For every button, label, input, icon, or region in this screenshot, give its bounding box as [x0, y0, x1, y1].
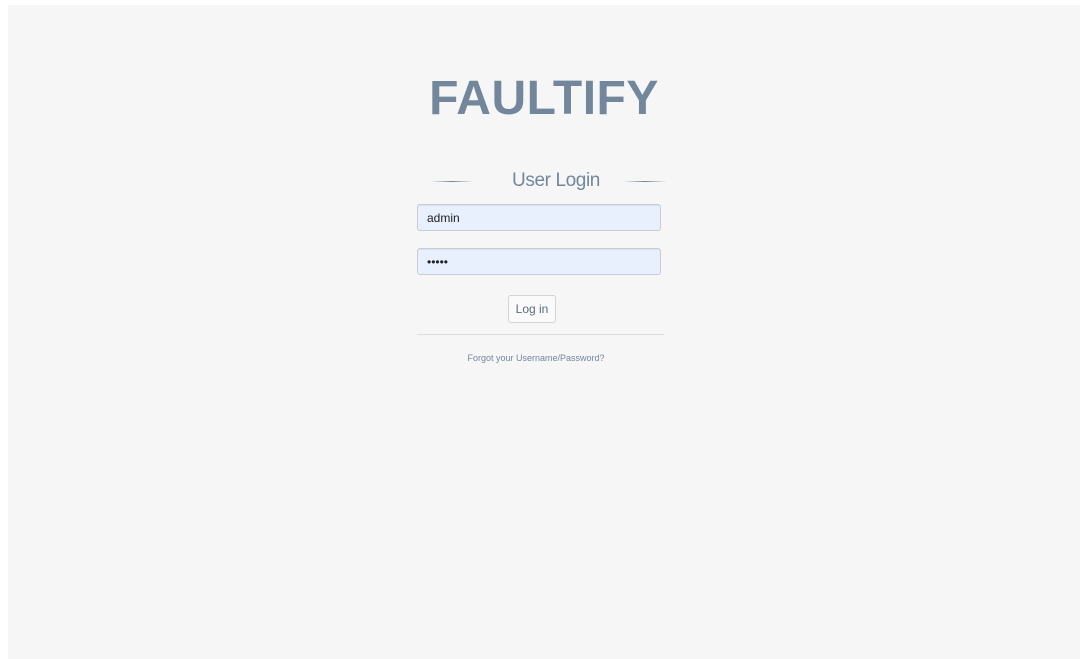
login-heading-title: User Login	[512, 170, 600, 191]
forgot-password-link[interactable]: Forgot your Username/Password?	[467, 353, 604, 363]
login-heading: User Login	[425, 168, 672, 194]
forgot-password-container: Forgot your Username/Password?	[0, 353, 1072, 363]
form-separator	[417, 334, 664, 335]
login-page: FAULTIFY User Login	[8, 5, 1080, 659]
heading-divider-left	[430, 180, 475, 182]
password-input[interactable]	[417, 248, 661, 275]
username-input[interactable]	[417, 204, 661, 231]
login-button[interactable]: Log in	[508, 295, 556, 323]
brand-title: FAULTIFY	[429, 72, 659, 125]
heading-divider-right	[622, 180, 667, 182]
